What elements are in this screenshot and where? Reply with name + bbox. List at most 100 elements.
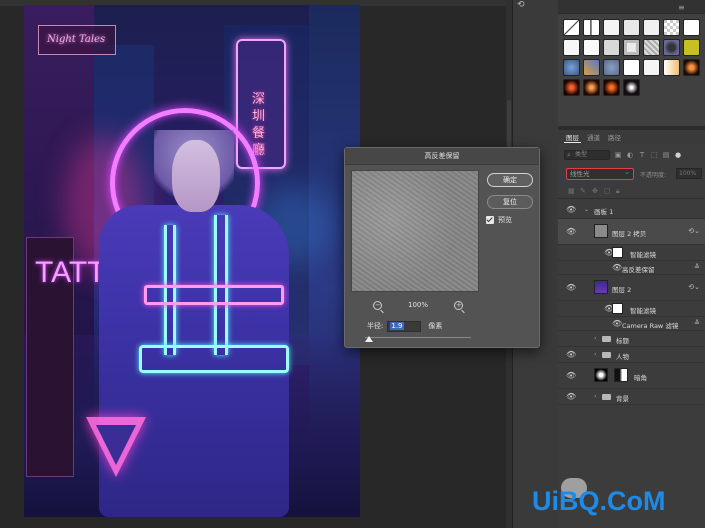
zoom-out-icon[interactable]: −: [373, 300, 382, 310]
tab-channels[interactable]: 通道: [585, 132, 602, 142]
layer-row-camera-raw[interactable]: 👁︎ Camera Raw 滤镜 ≚: [558, 317, 705, 331]
pattern-swatches: [563, 19, 703, 96]
pattern-swatch[interactable]: [583, 79, 600, 96]
pattern-swatch[interactable]: [603, 39, 620, 56]
preview-checkbox[interactable]: [486, 216, 494, 224]
radius-slider-track[interactable]: [365, 337, 471, 338]
pattern-swatch[interactable]: [583, 39, 600, 56]
layer-row-group-background[interactable]: 👁︎ › 背景: [558, 389, 705, 405]
lock-artboard-icon[interactable]: ▢: [604, 187, 611, 195]
preview-toggle[interactable]: 预览: [486, 215, 512, 225]
filter-smart-object-icon[interactable]: ▤: [662, 151, 670, 159]
pattern-swatch[interactable]: [563, 39, 580, 56]
pattern-swatch[interactable]: [583, 59, 600, 76]
layer-row-smart-filters-2[interactable]: 👁︎ 智能滤镜: [558, 301, 705, 317]
layer-filter-row: 类型 ▣ ◐ T ⬚ ▤ ●: [558, 148, 705, 162]
tab-paths[interactable]: 路径: [606, 132, 623, 142]
layer-row-vignette[interactable]: 👁︎ 暗角: [558, 363, 705, 389]
pattern-swatch[interactable]: [583, 19, 600, 36]
chevron-right-icon[interactable]: ›: [594, 335, 596, 342]
pattern-swatch[interactable]: [623, 59, 640, 76]
layer-name: 人物: [616, 353, 629, 361]
visibility-eye-icon[interactable]: 👁︎: [566, 350, 576, 359]
pattern-swatch[interactable]: [683, 19, 700, 36]
layer-row-high-pass[interactable]: 👁︎ 高反差保留 ≚: [558, 261, 705, 275]
layer-mask-thumbnail: [614, 368, 628, 382]
filter-options-icon[interactable]: ≚: [694, 263, 700, 271]
pattern-swatch[interactable]: [663, 39, 680, 56]
pattern-swatch[interactable]: [683, 39, 700, 56]
neon-triangle-inner: [96, 425, 136, 465]
tattoo-sign-text: TATTOO: [35, 258, 152, 288]
layers-panel-tabs: 图层 通道 路径: [558, 130, 705, 144]
layer-thumbnail: [594, 368, 608, 382]
layer-name: 标题: [616, 337, 629, 345]
radius-slider-thumb[interactable]: [365, 336, 373, 342]
artwork-image[interactable]: Night Tales 深圳餐廳 TATTOO: [24, 5, 360, 517]
layer-row-layer2[interactable]: 👁︎ 图层 2 ⟲⌄: [558, 275, 705, 301]
layer-name: Camera Raw 滤镜: [622, 322, 679, 330]
radius-input[interactable]: 1.9: [387, 320, 422, 332]
pattern-swatch[interactable]: [643, 19, 660, 36]
pattern-swatch[interactable]: [623, 19, 640, 36]
pattern-swatch[interactable]: [563, 59, 580, 76]
pattern-swatch[interactable]: [563, 19, 580, 36]
filter-pixel-icon[interactable]: ▣: [614, 151, 622, 159]
pattern-swatch[interactable]: [663, 19, 680, 36]
layer-kind-filter[interactable]: 类型: [564, 150, 610, 160]
pattern-swatch[interactable]: [663, 59, 680, 76]
pattern-swatch[interactable]: [643, 39, 660, 56]
pattern-swatch[interactable]: [623, 79, 640, 96]
layer-thumbnail: [594, 224, 608, 238]
lock-paint-icon[interactable]: ✎: [580, 187, 586, 195]
layer-name: 暗角: [634, 374, 647, 382]
chevron-right-icon[interactable]: ›: [594, 351, 596, 358]
visibility-eye-icon[interactable]: 👁︎: [612, 263, 622, 272]
visibility-eye-icon[interactable]: 👁︎: [566, 227, 576, 236]
visibility-eye-icon[interactable]: 👁︎: [566, 392, 576, 401]
filter-toggle-icon[interactable]: ●: [674, 151, 682, 159]
radius-row: 半径: 1.9 像素: [367, 320, 442, 332]
folder-icon: [602, 336, 611, 342]
filter-preview[interactable]: [351, 170, 479, 292]
filter-type-icon[interactable]: T: [638, 151, 646, 159]
layer-row-smart-filters-1[interactable]: 👁︎ 智能滤镜: [558, 245, 705, 261]
zoom-in-icon[interactable]: +: [453, 300, 463, 310]
chevron-right-icon[interactable]: ›: [594, 393, 596, 400]
layer-row-group-title[interactable]: › 标题: [558, 331, 705, 347]
pattern-swatch[interactable]: [683, 59, 700, 76]
dialog-title[interactable]: 高反差保留: [345, 148, 539, 165]
pattern-swatch[interactable]: [603, 19, 620, 36]
chevron-down-icon[interactable]: ⌄: [584, 206, 589, 213]
layer-row-layer2-copy[interactable]: 👁︎ 图层 2 拷贝 ⟲⌄: [558, 219, 705, 245]
lock-position-icon[interactable]: ✥: [592, 187, 598, 195]
pattern-swatch[interactable]: [563, 79, 580, 96]
visibility-eye-icon[interactable]: 👁︎: [566, 371, 576, 380]
panel-menu-icon[interactable]: ≡: [678, 3, 685, 12]
high-pass-dialog: 高反差保留 − 100% + 半径: 1.9 像素 确定 复位 预览: [344, 147, 540, 348]
layer-name: 图层 2: [612, 286, 632, 294]
opacity-input[interactable]: 100%: [676, 168, 702, 179]
pattern-swatch[interactable]: [623, 39, 640, 56]
filter-adjustment-icon[interactable]: ◐: [626, 151, 634, 159]
pattern-swatch[interactable]: [603, 79, 620, 96]
visibility-eye-icon[interactable]: 👁︎: [566, 205, 576, 214]
blend-mode-select[interactable]: 线性光: [566, 167, 634, 180]
layer-row-group-person[interactable]: 👁︎ › 人物: [558, 347, 705, 363]
lock-all-icon[interactable]: 🔒︎: [616, 187, 620, 196]
zoom-value: 100%: [407, 301, 428, 309]
neon-harness-chest: [144, 285, 284, 305]
visibility-eye-icon[interactable]: 👁︎: [566, 283, 576, 292]
tab-layers[interactable]: 图层: [564, 132, 581, 143]
visibility-eye-icon[interactable]: 👁︎: [612, 319, 622, 328]
history-icon[interactable]: ⟲: [517, 0, 531, 10]
ok-button[interactable]: 确定: [487, 173, 533, 187]
layer-row-artboard[interactable]: 👁︎ ⌄ 画板 1: [558, 201, 705, 219]
lock-pixels-icon[interactable]: ▦: [568, 187, 575, 195]
pattern-swatch[interactable]: [643, 59, 660, 76]
layer-name: 智能滤镜: [630, 251, 656, 259]
filter-shape-icon[interactable]: ⬚: [650, 151, 658, 159]
reset-button[interactable]: 复位: [487, 195, 533, 209]
filter-options-icon[interactable]: ≚: [694, 319, 700, 327]
pattern-swatch[interactable]: [603, 59, 620, 76]
